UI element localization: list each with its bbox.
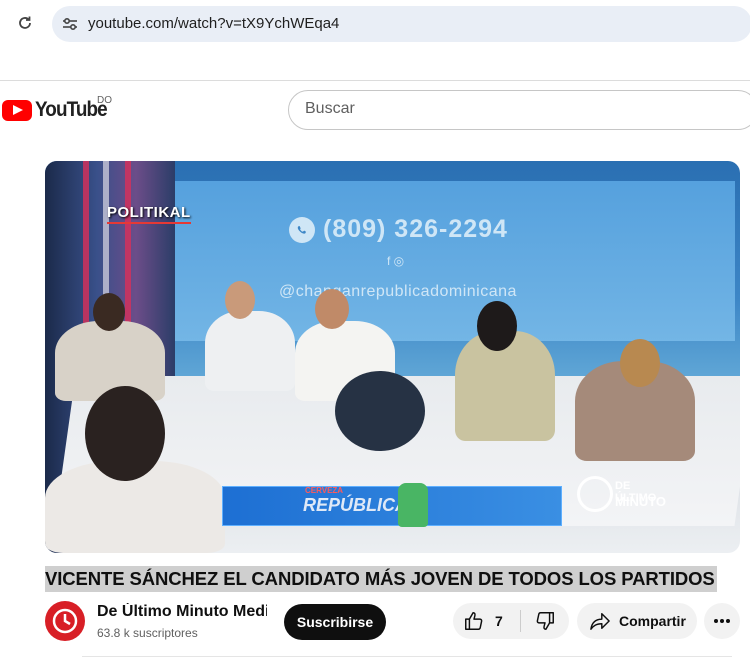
like-separator (520, 610, 521, 632)
person-head (225, 281, 255, 319)
country-code: DO (97, 95, 112, 106)
bottle-image (398, 483, 428, 527)
more-horizontal-icon (714, 619, 730, 623)
sponsor-banner: CERVEZA REPÚBLICA (222, 483, 562, 527)
divider (82, 656, 732, 657)
url-text[interactable]: youtube.com/watch?v=tX9YchWEqa4 (88, 15, 339, 32)
subscriber-count: 63.8 k suscriptores (97, 626, 198, 640)
video-title: VICENTE SÁNCHEZ EL CANDIDATO MÁS JOVEN D… (45, 568, 715, 589)
subscribe-button[interactable]: Suscribirse (284, 604, 386, 640)
reload-icon[interactable] (14, 12, 36, 34)
share-icon (590, 613, 610, 630)
overlay-handle: @changanrepublicadominicana (279, 283, 517, 300)
divider (0, 80, 750, 81)
channel-name[interactable]: De Último Minuto Medi (97, 603, 267, 621)
like-dislike-group: 7 (453, 603, 569, 639)
person-head (315, 289, 349, 329)
like-count: 7 (495, 613, 503, 629)
like-button[interactable]: 7 (453, 603, 519, 639)
address-bar[interactable]: youtube.com/watch?v=tX9YchWEqa4 (52, 6, 750, 42)
overlay-phone: (809) 326-2294 (289, 215, 508, 244)
banner-small-text: CERVEZA (305, 486, 344, 495)
more-actions-button[interactable] (704, 603, 740, 639)
video-player[interactable]: POLITIKAL (809) 326-2294 f ◎ @changanrep… (45, 161, 740, 553)
whatsapp-icon (289, 216, 315, 243)
person-head (335, 371, 425, 451)
person (205, 311, 295, 391)
person-head (93, 293, 125, 331)
watermark-line2: MINUTO (615, 494, 667, 509)
channel-watermark: DE ÚLTIMO MINUTO (577, 474, 669, 516)
social-icons: f ◎ (387, 254, 405, 268)
clock-icon (577, 476, 613, 512)
overlay-brand: POLITIKAL (107, 204, 191, 224)
channel-avatar[interactable] (45, 601, 85, 641)
dislike-button[interactable] (523, 603, 567, 639)
video-title-highlight: VICENTE SÁNCHEZ EL CANDIDATO MÁS JOVEN D… (45, 566, 717, 592)
share-label: Compartir (619, 613, 686, 629)
browser-toolbar: youtube.com/watch?v=tX9YchWEqa4 (0, 0, 750, 48)
person-head (620, 339, 660, 387)
person-head (477, 301, 517, 351)
youtube-wordmark: YouTube (35, 98, 108, 121)
overlay-phone-number: (809) 326-2294 (323, 215, 508, 243)
thumbs-up-icon (465, 612, 483, 630)
person-head (85, 386, 165, 481)
share-button[interactable]: Compartir (577, 603, 697, 639)
banner-text: REPÚBLICA (303, 495, 409, 515)
clock-icon (52, 608, 78, 634)
youtube-play-icon (2, 99, 32, 121)
thumbs-down-icon (536, 612, 554, 630)
tune-icon[interactable] (58, 12, 82, 36)
search-box[interactable] (288, 90, 750, 130)
search-input[interactable] (305, 100, 705, 118)
